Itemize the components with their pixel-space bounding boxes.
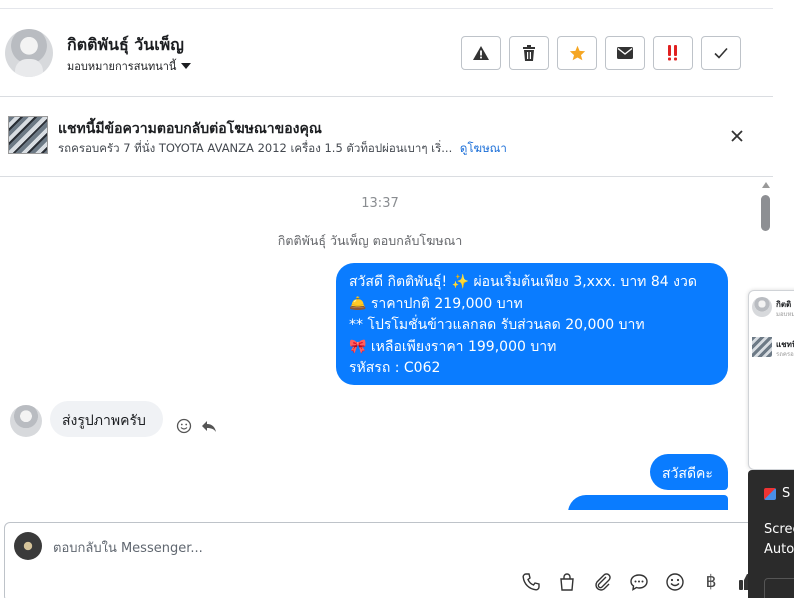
- paperclip-icon: [595, 573, 611, 591]
- app-icon: [764, 487, 776, 500]
- phone-icon: [522, 573, 540, 591]
- outgoing-message-partial[interactable]: [568, 495, 728, 510]
- star-button[interactable]: [557, 36, 597, 70]
- chat-subtitle: รถครอบครัว: [776, 351, 794, 358]
- mark-unread-button[interactable]: [605, 36, 645, 70]
- chat-thumbnail: [752, 337, 772, 357]
- delete-button[interactable]: [509, 36, 549, 70]
- call-button[interactable]: [513, 570, 549, 594]
- ad-banner-title: แชทนี้มีข้อความตอบกลับต่อโฆษณาของคุณ: [58, 121, 322, 137]
- reply-input[interactable]: ตอบกลับใน Messenger...: [53, 537, 203, 558]
- outgoing-message[interactable]: สวัสดีคะ: [650, 454, 728, 490]
- chat-bubble-icon: [630, 574, 648, 591]
- assign-conversation-dropdown[interactable]: มอบหมายการสนทนานี้: [67, 57, 192, 75]
- chat-subtitle: มอบหมาย: [776, 311, 794, 318]
- popup-subtitle: Auto: [764, 542, 794, 557]
- attach-button[interactable]: [585, 570, 621, 594]
- chat-avatar: [752, 297, 772, 317]
- payment-button[interactable]: ฿: [693, 570, 729, 594]
- message-timestamp: 13:37: [361, 196, 399, 211]
- chat-list-item[interactable]: แชทนี้ รถครอบครัว: [752, 337, 794, 367]
- page-avatar: [14, 532, 42, 560]
- message-line: สวัสดี กิตติพันธุ์! ✨ ผ่อนเริ่มต้นเพียง …: [349, 274, 697, 290]
- checkmark-icon: [714, 47, 728, 59]
- header-actions: [461, 36, 741, 70]
- messenger-inbox-window: กิตติพันธุ์ วันเพ็ญ มอบหมายการสนทนานี้ แ…: [0, 0, 794, 598]
- message-line: 🎀 เหลือเพียงราคา 199,000 บาท: [349, 338, 557, 355]
- incoming-message[interactable]: ส่งรูปภาพครับ: [50, 401, 163, 437]
- ad-banner-subtitle: รถครอบครัว 7 ที่นั่ง TOYOTA AVANZA 2012 …: [58, 140, 507, 158]
- saved-replies-button[interactable]: [621, 570, 657, 594]
- ad-thumbnail[interactable]: [8, 116, 48, 154]
- envelope-icon: [617, 47, 633, 59]
- trash-icon: [523, 45, 535, 61]
- popup-title: Scree: [764, 522, 794, 537]
- message-line: ** โปรโมชั่นข้าวแลกลด รับส่วนลด 20,000 บ…: [349, 317, 645, 333]
- message-line: 🛎️ ราคาปกติ 219,000 บาท: [349, 295, 523, 312]
- view-ad-link[interactable]: ดูโฆษณา: [460, 141, 507, 155]
- star-icon: [569, 45, 585, 61]
- chat-list-item[interactable]: กิตติ มอบหมาย: [752, 297, 794, 327]
- baht-icon: ฿: [705, 572, 717, 592]
- priority-button[interactable]: [653, 36, 693, 70]
- warning-icon: [473, 46, 489, 60]
- reply-icon[interactable]: [201, 418, 217, 434]
- outgoing-ad-message[interactable]: สวัสดี กิตติพันธุ์! ✨ ผ่อนเริ่มต้นเพียง …: [336, 263, 728, 385]
- emoji-button[interactable]: [657, 570, 693, 594]
- chat-list-panel: กิตติ มอบหมาย แชทนี้ รถครอบครัว: [748, 290, 794, 470]
- ad-reply-banner: แชทนี้มีข้อความตอบกลับต่อโฆษณาของคุณ รถค…: [0, 97, 773, 177]
- contact-name[interactable]: กิตติพันธุ์ วันเพ็ญ: [67, 33, 184, 58]
- scroll-thumb[interactable]: [761, 195, 770, 231]
- message-line: รหัสรถ : C062: [349, 360, 441, 376]
- screenshot-notification-popup[interactable]: S Scree Auto: [748, 470, 794, 598]
- emoji-icon: [666, 573, 684, 591]
- composer-toolbar: ฿: [513, 570, 765, 594]
- close-icon[interactable]: [728, 127, 746, 145]
- shopping-bag-icon: [560, 573, 574, 591]
- popup-header: S: [764, 486, 790, 501]
- priority-icon: [668, 45, 677, 61]
- replied-to-ad-note: กิตติพันธุ์ วันเพ็ญ ตอบกลับโฆษณา: [277, 233, 463, 248]
- scroll-up-icon[interactable]: [762, 182, 770, 188]
- contact-avatar[interactable]: [5, 29, 53, 77]
- mark-spam-button[interactable]: [461, 36, 501, 70]
- emoji-react-icon[interactable]: [176, 418, 192, 434]
- conversation-header: กิตติพันธุ์ วันเพ็ญ มอบหมายการสนทนานี้: [0, 8, 773, 97]
- assign-label: มอบหมายการสนทนานี้: [67, 60, 177, 73]
- caret-down-icon: [181, 63, 192, 69]
- ad-description: รถครอบครัว 7 ที่นั่ง TOYOTA AVANZA 2012 …: [58, 141, 453, 155]
- popup-button[interactable]: [764, 578, 794, 598]
- message-thread: 13:37 กิตติพันธุ์ วันเพ็ญ ตอบกลับโฆษณา ส…: [0, 177, 760, 510]
- shop-button[interactable]: [549, 570, 585, 594]
- sender-avatar[interactable]: [10, 405, 42, 437]
- message-composer: ตอบกลับใน Messenger... ฿: [4, 522, 769, 598]
- popup-header-label: S: [782, 486, 791, 501]
- mark-done-button[interactable]: [701, 36, 741, 70]
